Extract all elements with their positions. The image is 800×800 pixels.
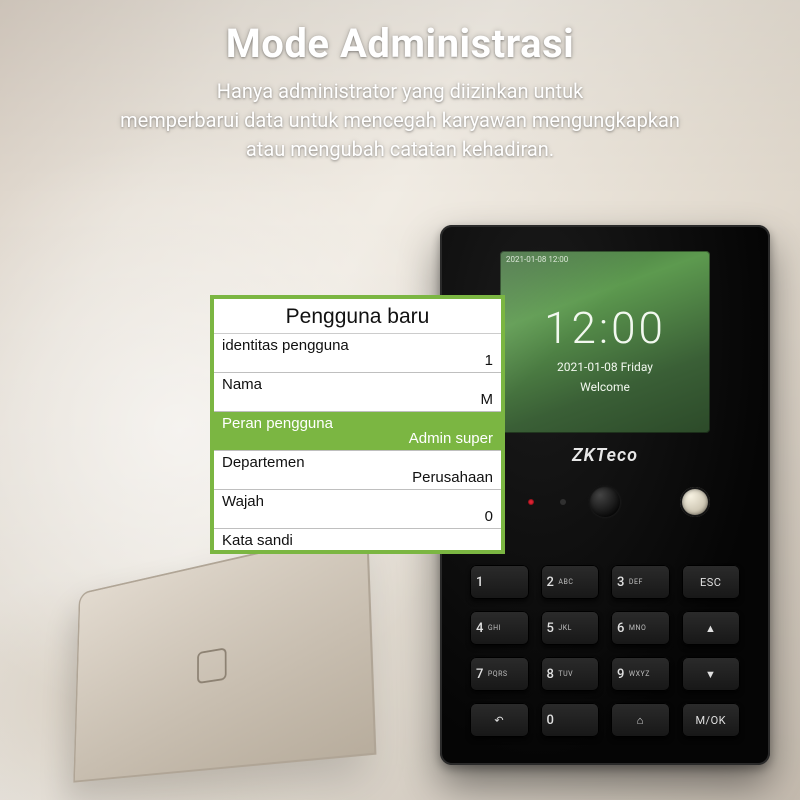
key-back[interactable]: ↶ bbox=[470, 703, 529, 737]
page-subtitle-line: memperbarui data untuk mencegah karyawan… bbox=[120, 108, 680, 132]
screen-clock: 12:00 bbox=[544, 290, 666, 354]
key-0[interactable]: 0 bbox=[541, 703, 600, 737]
device-brand: ZKTeco bbox=[572, 445, 638, 466]
new-user-panel: Pengguna baru identitas pengguna 1 Nama … bbox=[210, 295, 505, 554]
camera-lens-icon bbox=[588, 485, 622, 519]
led-icon bbox=[560, 499, 566, 505]
key-1[interactable]: 1 bbox=[470, 565, 529, 599]
screen-welcome: Welcome bbox=[580, 380, 630, 394]
field-user-role[interactable]: Peran pengguna Admin super bbox=[214, 412, 501, 451]
field-value: Perusahaan bbox=[222, 469, 493, 486]
field-face[interactable]: Wajah 0 bbox=[214, 490, 501, 529]
device-keypad: 1 2ABC 3DEF ESC 4GHI 5JKL 6MNO ▲ 7PQRS 8… bbox=[470, 565, 740, 737]
field-value: M bbox=[222, 391, 493, 408]
key-6[interactable]: 6MNO bbox=[611, 611, 670, 645]
key-8[interactable]: 8TUV bbox=[541, 657, 600, 691]
key-5[interactable]: 5JKL bbox=[541, 611, 600, 645]
key-esc[interactable]: ESC bbox=[682, 565, 741, 599]
key-down[interactable]: ▼ bbox=[682, 657, 741, 691]
page-title: Mode Administrasi bbox=[0, 20, 800, 67]
field-label: Kata sandi bbox=[222, 532, 493, 549]
field-password[interactable]: Kata sandi bbox=[214, 529, 501, 550]
key-door[interactable]: ⌂ bbox=[611, 703, 670, 737]
key-7[interactable]: 7PQRS bbox=[470, 657, 529, 691]
key-3[interactable]: 3DEF bbox=[611, 565, 670, 599]
device-screen: 2021-01-08 12:00 12:00 2021-01-08 Friday… bbox=[500, 251, 710, 433]
field-value: Admin super bbox=[222, 430, 493, 447]
key-ok[interactable]: M/OK bbox=[682, 703, 741, 737]
screen-timestamp: 2021-01-08 12:00 bbox=[506, 255, 568, 264]
key-up[interactable]: ▲ bbox=[682, 611, 741, 645]
key-4[interactable]: 4GHI bbox=[470, 611, 529, 645]
new-user-panel-title: Pengguna baru bbox=[214, 299, 501, 334]
field-value: 0 bbox=[222, 508, 493, 525]
field-name[interactable]: Nama M bbox=[214, 373, 501, 412]
page-subtitle-line: Hanya administrator yang diizinkan untuk bbox=[217, 79, 584, 103]
screen-date: 2021-01-08 Friday bbox=[557, 360, 653, 374]
field-user-id[interactable]: identitas pengguna 1 bbox=[214, 334, 501, 373]
led-red-icon bbox=[528, 499, 534, 505]
field-department[interactable]: Departemen Perusahaan bbox=[214, 451, 501, 490]
field-value: 1 bbox=[222, 352, 493, 369]
key-9[interactable]: 9WXYZ bbox=[611, 657, 670, 691]
page-subtitle-line: atau mengubah catatan kehadiran. bbox=[246, 137, 554, 161]
ir-lens-icon bbox=[680, 487, 710, 517]
key-2[interactable]: 2ABC bbox=[541, 565, 600, 599]
device-sensors bbox=[500, 485, 710, 525]
